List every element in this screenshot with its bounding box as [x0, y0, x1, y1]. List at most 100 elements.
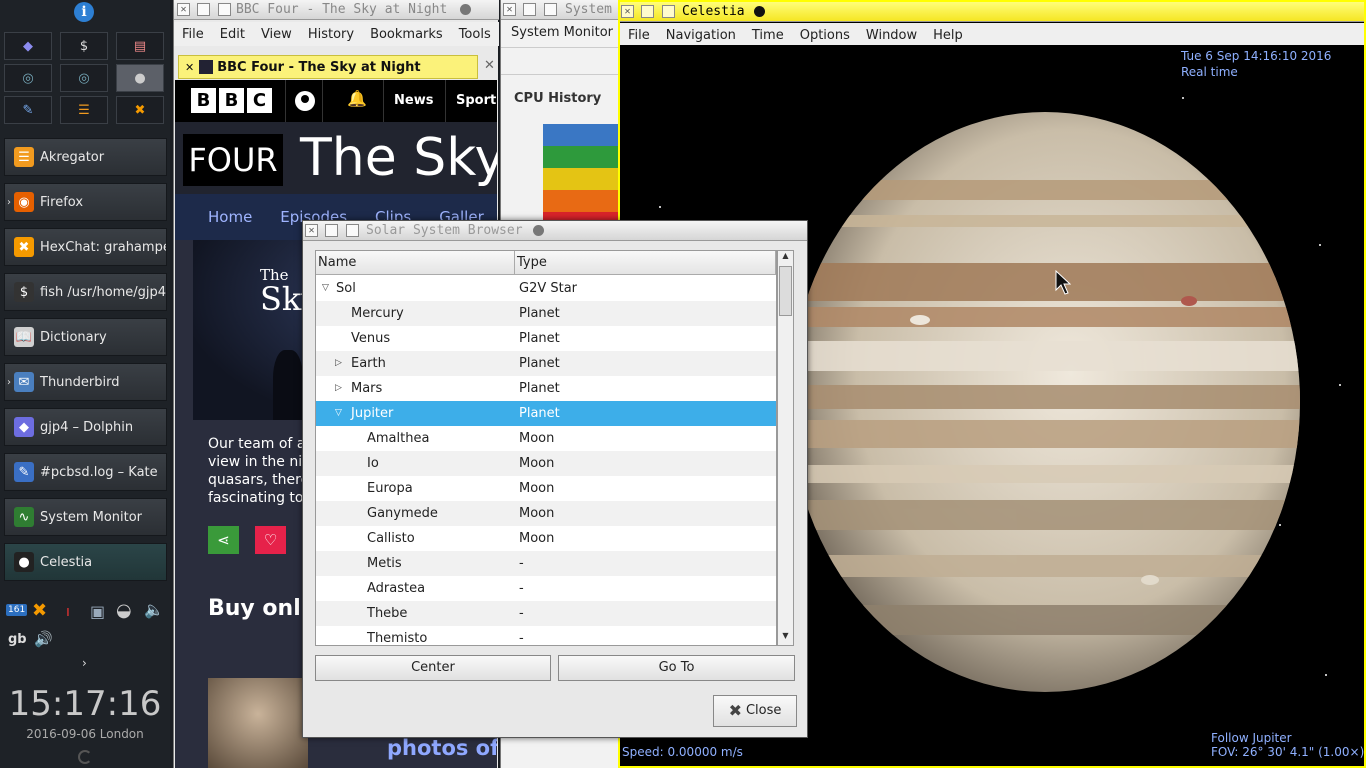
- tree-row-thebe[interactable]: Thebe -: [316, 601, 776, 626]
- share-icon[interactable]: ⋖: [208, 526, 239, 554]
- pager-desktop-7[interactable]: ✎: [4, 96, 52, 124]
- clipboard-icon[interactable]: ▣: [90, 602, 105, 621]
- tree-row-ganymede[interactable]: Ganymede Moon: [316, 501, 776, 526]
- pager-desktop-8[interactable]: ☰: [60, 96, 108, 124]
- pager-desktop-2[interactable]: $: [60, 32, 108, 60]
- notification-badge-icon[interactable]: 161: [6, 604, 28, 616]
- firefox-menu-item[interactable]: File: [174, 27, 212, 42]
- firefox-titlebar[interactable]: ✕ BBC Four - The Sky at Night: [174, 0, 499, 20]
- volume-icon[interactable]: 🔊: [34, 630, 53, 648]
- celestia-titlebar[interactable]: ✕ Celestia: [620, 2, 1364, 22]
- firefox-menu-item[interactable]: Bookmarks: [362, 27, 451, 42]
- column-header-type[interactable]: Type: [515, 251, 776, 275]
- vertical-scrollbar[interactable]: ▲ ▼: [777, 250, 794, 646]
- nav-sport[interactable]: Sport: [445, 80, 497, 122]
- firefox-menu-item[interactable]: Edit: [212, 27, 253, 42]
- celestia-menu-item[interactable]: Navigation: [658, 28, 744, 43]
- celestia-menu-item[interactable]: Time: [744, 28, 792, 43]
- solar-system-tree[interactable]: Name Type ▽ Sol G2V Star Mercury Planet Venus…: [315, 250, 777, 646]
- expander-closed-icon[interactable]: ▷: [335, 351, 342, 376]
- tree-row-mars[interactable]: ▷ Mars Planet: [316, 376, 776, 401]
- maximize-icon[interactable]: [523, 3, 536, 16]
- expander-open-icon[interactable]: ▽: [322, 276, 329, 301]
- window-menu-icon[interactable]: [544, 3, 557, 16]
- task-dolphin[interactable]: ◆ gjp4 – Dolphin: [4, 408, 167, 446]
- close-icon[interactable]: ✕: [503, 3, 516, 16]
- channel-logo[interactable]: FOUR: [183, 134, 283, 186]
- tree-row-sol[interactable]: ▽ Sol G2V Star: [316, 276, 776, 301]
- tree-row-themisto[interactable]: Themisto -: [316, 626, 776, 645]
- maximize-icon[interactable]: [325, 224, 338, 237]
- maximize-icon[interactable]: [641, 5, 654, 18]
- close-icon[interactable]: ✕: [305, 224, 318, 237]
- center-button[interactable]: Center: [315, 655, 551, 681]
- close-button[interactable]: ✖ Close: [713, 695, 797, 727]
- tree-row-metis[interactable]: Metis -: [316, 551, 776, 576]
- task-kate[interactable]: ✎ #pcbsd.log – Kate: [4, 453, 167, 491]
- system-monitor-titlebar[interactable]: ✕ System: [501, 0, 619, 20]
- maximize-icon[interactable]: [197, 3, 210, 16]
- tree-row-jupiter[interactable]: ▽ Jupiter Planet: [316, 401, 776, 426]
- firefox-menu-item[interactable]: History: [300, 27, 362, 42]
- pager-desktop-4[interactable]: ◎: [4, 64, 52, 92]
- pager-desktop-1[interactable]: ◆: [4, 32, 52, 60]
- celestia-menu-item[interactable]: File: [620, 28, 658, 43]
- tree-row-amalthea[interactable]: Amalthea Moon: [316, 426, 776, 451]
- shade-icon[interactable]: [533, 225, 544, 236]
- tab-active[interactable]: ✕ BBC Four - The Sky at Night: [178, 55, 478, 79]
- task-hexchat[interactable]: ✖ HexChat: grahamperr: [4, 228, 167, 266]
- column-header-name[interactable]: Name: [316, 251, 515, 275]
- logout-icon[interactable]: [78, 750, 92, 764]
- tree-row-io[interactable]: Io Moon: [316, 451, 776, 476]
- tree-row-venus[interactable]: Venus Planet: [316, 326, 776, 351]
- tree-row-mercury[interactable]: Mercury Planet: [316, 301, 776, 326]
- pager-desktop-9[interactable]: ✖: [116, 96, 164, 124]
- alert-icon[interactable]: ı: [66, 604, 70, 620]
- window-menu-icon[interactable]: [346, 224, 359, 237]
- tab-close-icon[interactable]: ✕: [185, 61, 194, 74]
- info-icon[interactable]: i: [74, 2, 94, 22]
- expander-open-icon[interactable]: ▽: [335, 401, 342, 426]
- task-terminal[interactable]: $ fish /usr/home/gjp4: [4, 273, 167, 311]
- presenter-thumbnail[interactable]: [208, 678, 308, 768]
- programme-title[interactable]: The Sky: [300, 128, 497, 188]
- window-menu-icon[interactable]: [662, 5, 675, 18]
- scroll-down-icon[interactable]: ▼: [779, 631, 792, 644]
- tree-row-adrastea[interactable]: Adrastea -: [316, 576, 776, 601]
- task-firefox[interactable]: › ◉ Firefox: [4, 183, 167, 221]
- scroll-thumb[interactable]: [779, 266, 792, 316]
- task-dictionary[interactable]: 📖 Dictionary: [4, 318, 167, 356]
- bbc-logo[interactable]: BBC: [191, 88, 272, 113]
- task-system-monitor[interactable]: ∿ System Monitor: [4, 498, 167, 536]
- nav-news[interactable]: News: [383, 80, 443, 122]
- celestia-menu-item[interactable]: Help: [925, 28, 971, 43]
- pager-desktop-3[interactable]: ▤: [116, 32, 164, 60]
- keyboard-layout[interactable]: gb: [8, 632, 27, 647]
- pager-desktop-5[interactable]: ◎: [60, 64, 108, 92]
- tree-row-europa[interactable]: Europa Moon: [316, 476, 776, 501]
- notifications-icon[interactable]: 🔔: [347, 89, 367, 108]
- celestia-menu-item[interactable]: Options: [792, 28, 858, 43]
- firefox-menu-item[interactable]: Tools: [451, 27, 499, 42]
- window-menu-icon[interactable]: [218, 3, 231, 16]
- tree-row-earth[interactable]: ▷ Earth Planet: [316, 351, 776, 376]
- scroll-up-icon[interactable]: ▲: [779, 251, 792, 264]
- hexchat-tray-icon[interactable]: ✖: [32, 600, 47, 621]
- account-icon[interactable]: [285, 80, 323, 122]
- task-thunderbird[interactable]: › ✉ Thunderbird: [4, 363, 167, 401]
- tray-expand-icon[interactable]: ›: [82, 656, 87, 670]
- pager-desktop-6[interactable]: ●: [116, 64, 164, 92]
- goto-button[interactable]: Go To: [558, 655, 795, 681]
- celestia-menu-item[interactable]: Window: [858, 28, 925, 43]
- close-tab-icon[interactable]: ✕: [484, 58, 495, 73]
- programme-nav-item[interactable]: Home: [208, 208, 252, 226]
- tree-row-callisto[interactable]: Callisto Moon: [316, 526, 776, 551]
- favourite-heart-icon[interactable]: ♡: [255, 526, 286, 554]
- close-icon[interactable]: ✕: [621, 5, 634, 18]
- clock[interactable]: 15:17:16: [0, 684, 170, 724]
- volume-tray-icon[interactable]: 🔈: [144, 600, 164, 619]
- close-icon[interactable]: ✕: [177, 3, 190, 16]
- expander-closed-icon[interactable]: ▷: [335, 376, 342, 401]
- photos-link[interactable]: photos of: [387, 736, 497, 760]
- firefox-menu-item[interactable]: View: [253, 27, 300, 42]
